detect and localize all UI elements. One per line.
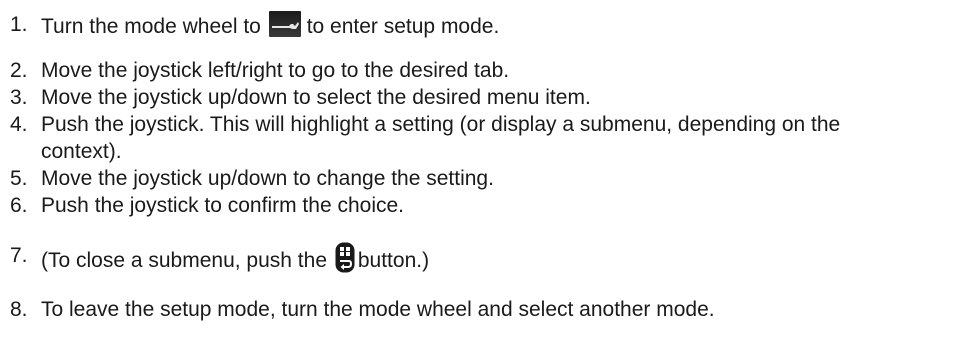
step-text-line-1: Push the joystick. This will highlight a… [41, 113, 841, 136]
step-text: Move the joystick left/right to go to th… [41, 59, 510, 82]
step-number: 2. [10, 59, 28, 82]
step-text: Push the joystick to confirm the choice. [41, 194, 404, 217]
step-number: 1. [10, 13, 28, 36]
step-text: (To close a submenu, push the button.) [41, 242, 429, 274]
step-text: Push the joystick. This will highlight a… [41, 111, 840, 165]
instruction-steps: 1. Turn the mode wheel to to enter setup… [0, 0, 966, 341]
setup-wrench-icon [268, 11, 301, 37]
step-number: 6. [10, 194, 28, 217]
step-text-line-2: context). [41, 140, 122, 163]
step-number: 7. [10, 244, 28, 267]
step-text: To leave the setup mode, turn the mode w… [41, 298, 715, 321]
step-text-after: to enter setup mode. [306, 15, 500, 38]
menu-back-button-icon [335, 242, 355, 273]
step-text: Move the joystick up/down to select the … [41, 86, 591, 109]
step-number: 4. [10, 113, 28, 136]
step-text-before: (To close a submenu, push the [41, 249, 328, 272]
step-text-before: Turn the mode wheel to [41, 15, 261, 38]
step-number: 8. [10, 298, 28, 321]
step-number: 3. [10, 86, 28, 109]
step-text-after: button.) [357, 249, 430, 272]
step-text: Turn the mode wheel to to enter setup mo… [41, 11, 499, 40]
step-text: Move the joystick up/down to change the … [41, 167, 494, 190]
step-number: 5. [10, 167, 28, 190]
